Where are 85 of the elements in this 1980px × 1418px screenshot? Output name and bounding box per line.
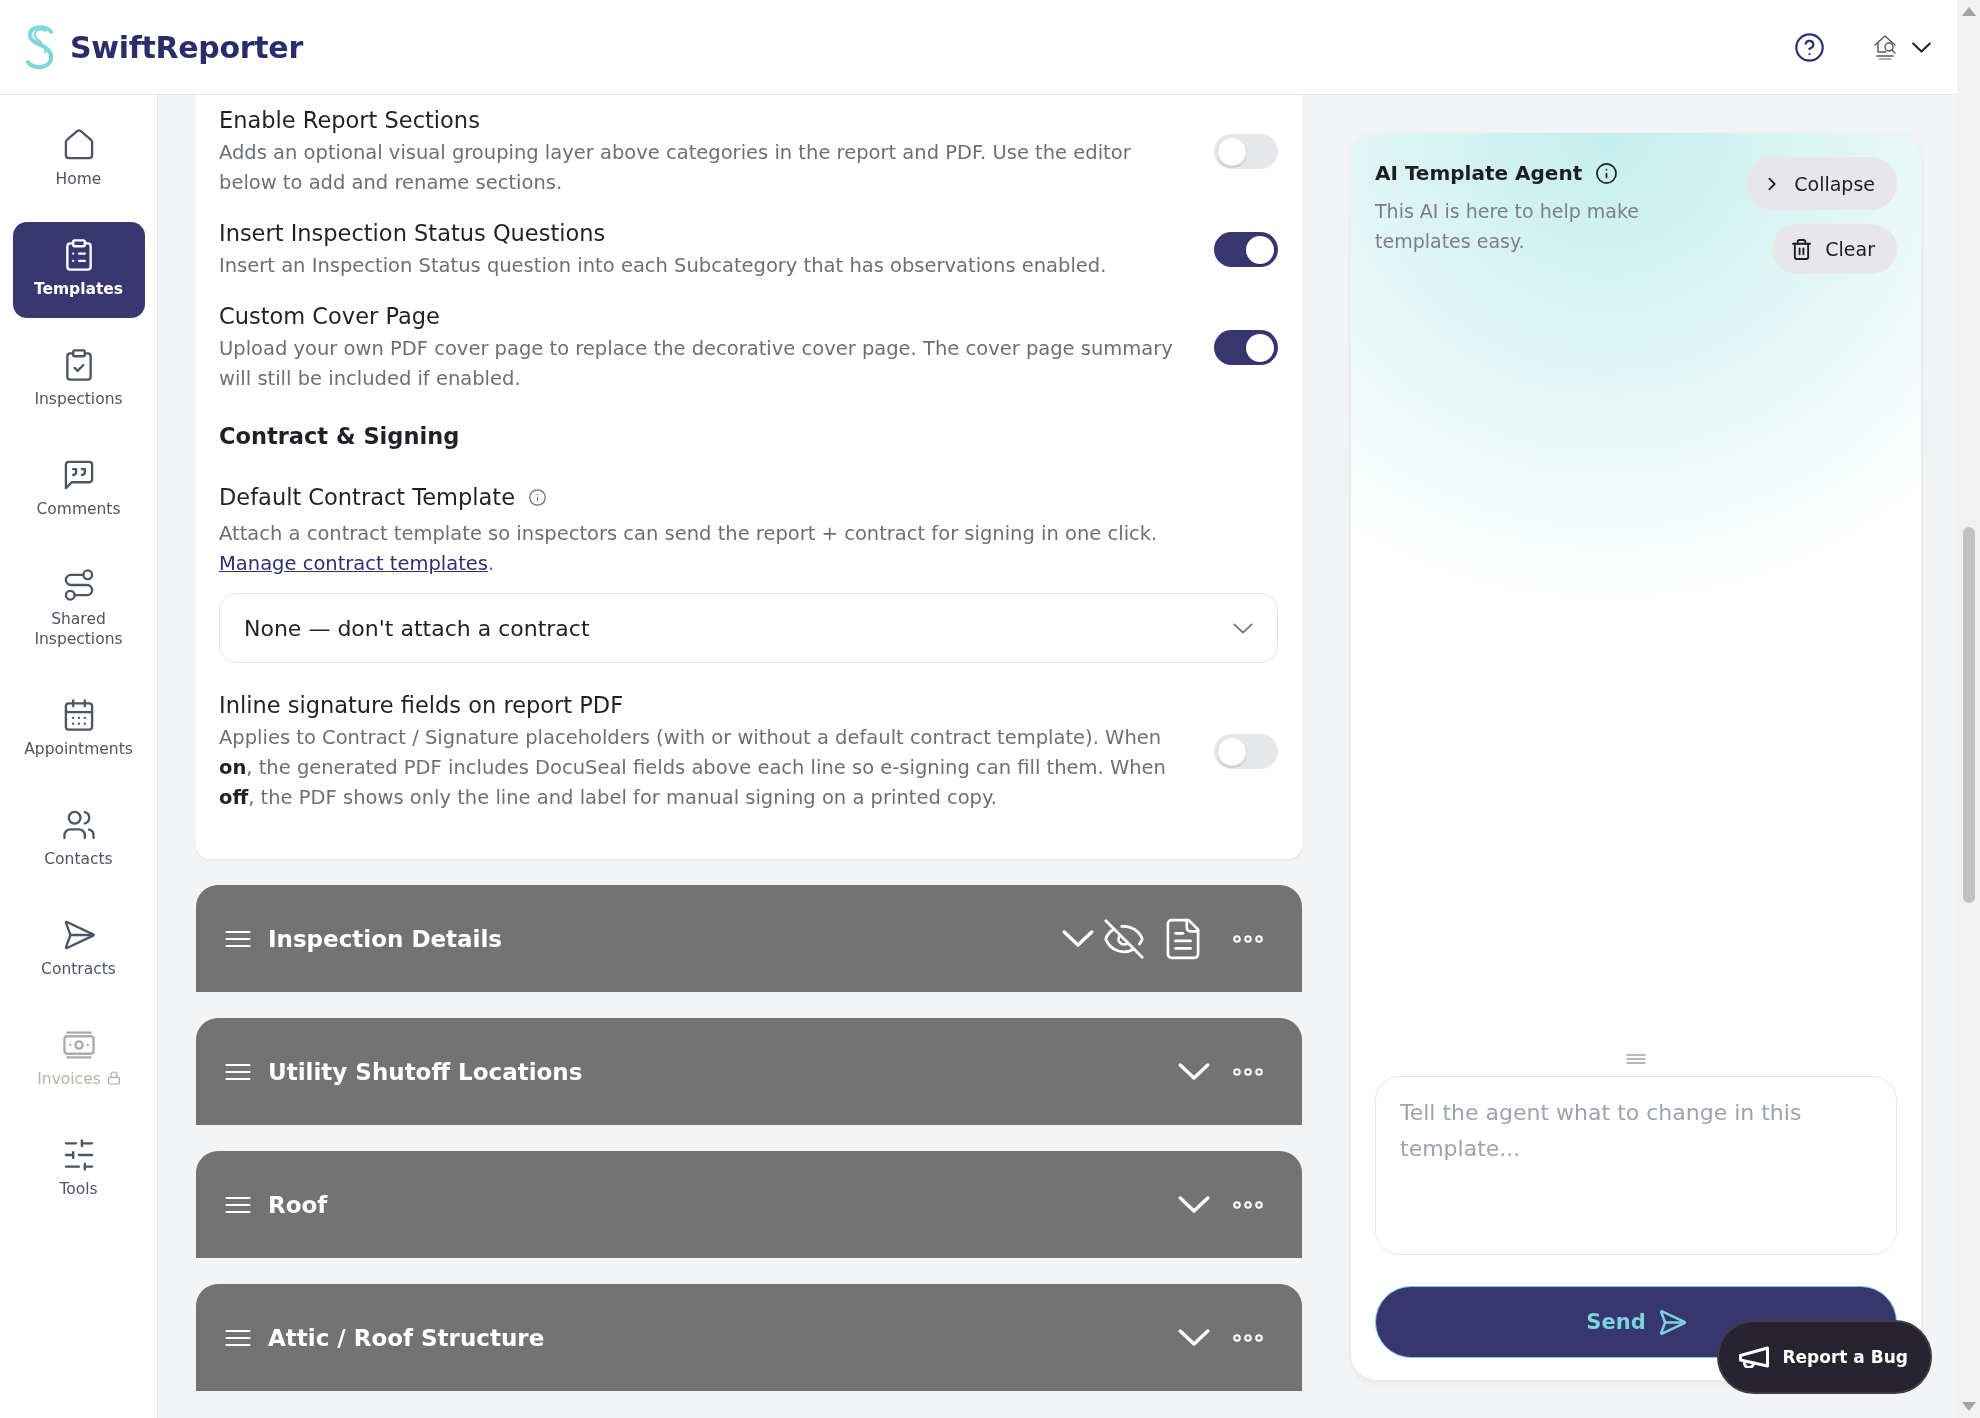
- trash-icon: [1792, 238, 1812, 260]
- help-button[interactable]: [1795, 32, 1824, 62]
- drag-handle-icon[interactable]: [225, 929, 251, 948]
- toggle-switch[interactable]: [1214, 232, 1278, 267]
- setting-title: Inline signature fields on report PDF: [219, 691, 625, 720]
- more-icon: [1233, 1067, 1263, 1076]
- calendar-icon: [62, 699, 95, 731]
- expand-button[interactable]: [1178, 1063, 1210, 1080]
- field-description: Attach a contract template so inspectors can send the report + contract for signing in one click. Manage contract templates.: [219, 521, 1159, 577]
- more-icon: [1233, 1333, 1263, 1342]
- category-title: Roof: [268, 1191, 328, 1218]
- sidebar-item[interactable]: Shared Inspections: [12, 552, 145, 668]
- company-logo: [1872, 33, 1898, 61]
- message-input[interactable]: Tell the agent what to change in this template...: [1375, 1076, 1897, 1255]
- sidebar-item[interactable]: Home: [12, 112, 145, 208]
- more-button[interactable]: [1233, 1333, 1263, 1342]
- chevron-down-icon: [1178, 1063, 1210, 1080]
- setting-description: Insert an Inspection Status question into each Subcategory that has observations enabled.: [219, 253, 1108, 279]
- field-label: Default Contract Template: [219, 483, 515, 512]
- expand-button[interactable]: [1178, 1329, 1210, 1346]
- toggle-switch[interactable]: [1214, 734, 1278, 769]
- help-icon: [1795, 32, 1824, 62]
- eye-off-icon: [1104, 918, 1144, 959]
- chevron-down-icon: [1178, 1329, 1210, 1346]
- brand-name: SwiftReporter: [70, 29, 303, 65]
- category-title: Attic / Roof Structure: [268, 1324, 545, 1351]
- banknote-icon: [62, 1029, 95, 1061]
- more-icon: [1233, 934, 1263, 943]
- toggle-switch[interactable]: [1214, 330, 1278, 365]
- panel-subtitle: This AI is here to help make templates easy.: [1375, 199, 1640, 254]
- more-icon: [1233, 1200, 1263, 1209]
- report-bug-button[interactable]: Report a Bug: [1717, 1320, 1932, 1394]
- chevron-down-icon: [1178, 1196, 1210, 1213]
- drag-handle-icon[interactable]: [225, 1195, 251, 1214]
- home-icon: [62, 129, 95, 161]
- contract-select[interactable]: None — don't attach a contract: [219, 593, 1278, 663]
- more-button[interactable]: [1233, 1067, 1263, 1076]
- more-button[interactable]: [1233, 934, 1263, 943]
- scrollbar-thumb[interactable]: [1962, 527, 1975, 903]
- sidebar-item[interactable]: Tools: [12, 1122, 145, 1218]
- setting-description: Applies to Contract / Signature placeholders (with or without a default contract template). When on, the generated PDF includes DocuSeal fields above each line so e-signing can fill them. When off, the PDF shows only the line and label for manual signing on a printed copy.: [219, 725, 1167, 811]
- lock-icon: [107, 1071, 120, 1085]
- megaphone-icon: [1739, 1346, 1770, 1368]
- sidebar-item[interactable]: Templates: [12, 222, 145, 318]
- route-icon: [62, 569, 95, 601]
- manage-templates-link[interactable]: Manage contract templates: [219, 552, 489, 575]
- toggle-switch[interactable]: [1214, 134, 1278, 169]
- hide-button[interactable]: [1104, 918, 1144, 959]
- info-icon: [529, 488, 546, 506]
- setting-description: Upload your own PDF cover page to replace the decorative cover page. The cover page summary will still be included if enabled.: [219, 336, 1174, 392]
- sidebar-item[interactable]: Appointments: [12, 682, 145, 778]
- expand-button[interactable]: [1062, 930, 1094, 947]
- setting-title: Insert Inspection Status Questions: [219, 219, 607, 248]
- sidebar-item[interactable]: Contacts: [12, 792, 145, 888]
- collapse-button[interactable]: Collapse: [1746, 157, 1897, 210]
- paper-plane-icon: [62, 919, 95, 951]
- panel-title: AI Template Agent: [1375, 160, 1583, 187]
- quote-message-icon: [62, 459, 95, 491]
- info-icon: [1596, 162, 1618, 184]
- setting-title: Custom Cover Page: [219, 302, 441, 331]
- document-icon: [1166, 917, 1200, 960]
- drag-handle-icon[interactable]: [225, 1328, 251, 1347]
- category-title: Inspection Details: [268, 925, 503, 952]
- chevron-down-icon: [1062, 930, 1094, 947]
- users-icon: [62, 809, 95, 841]
- chevron-right-icon: [1768, 176, 1777, 191]
- setting-title: Enable Report Sections: [219, 106, 481, 135]
- sidebar-item[interactable]: Contracts: [12, 902, 145, 998]
- setting-description: Adds an optional visual grouping layer above categories in the report and PDF. Use the editor below to add and rename sections.: [219, 140, 1132, 196]
- account-menu-button[interactable]: [1872, 33, 1931, 61]
- scrollbar[interactable]: [1957, 0, 1980, 1418]
- document-button[interactable]: [1166, 917, 1200, 960]
- send-icon: [1659, 1309, 1686, 1335]
- resize-handle-icon[interactable]: [1626, 1054, 1646, 1064]
- chevron-down-icon: [1912, 41, 1931, 53]
- more-button[interactable]: [1233, 1200, 1263, 1209]
- sliders-icon: [62, 1139, 95, 1171]
- drag-handle-icon[interactable]: [225, 1062, 251, 1081]
- sidebar-item[interactable]: Inspections: [12, 332, 145, 428]
- clear-button[interactable]: Clear: [1772, 224, 1897, 274]
- category-title: Utility Shutoff Locations: [268, 1058, 583, 1085]
- sidebar-item[interactable]: Comments: [12, 442, 145, 538]
- section-heading: Contract & Signing: [219, 422, 461, 451]
- expand-button[interactable]: [1178, 1196, 1210, 1213]
- chevron-down-icon: [1233, 622, 1253, 634]
